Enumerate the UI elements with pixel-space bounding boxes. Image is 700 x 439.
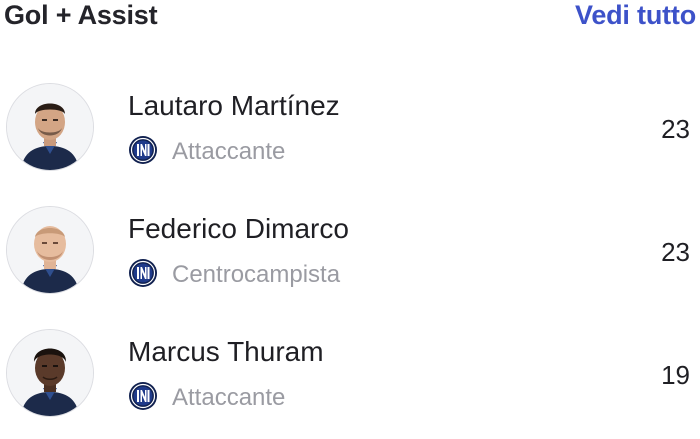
player-name: Marcus Thuram (128, 336, 324, 367)
player-avatar (6, 206, 94, 294)
inter-badge-icon (129, 259, 157, 287)
player-role: Attaccante (172, 384, 286, 411)
player-photo-icon (7, 84, 93, 170)
player-stat-value: 23 (661, 114, 690, 144)
player-name: Lautaro Martínez (128, 90, 340, 121)
inter-badge-icon (129, 136, 157, 164)
see-all-link[interactable]: Vedi tutto (575, 0, 696, 31)
player-role: Centrocampista (172, 261, 341, 288)
player-photo-icon (7, 330, 93, 416)
player-stat-value: 23 (661, 237, 690, 267)
list-item[interactable]: Lautaro Martínez Attaccante 23 (0, 70, 700, 193)
player-avatar (6, 329, 94, 417)
list-item[interactable]: Federico Dimarco Centrocampista 23 (0, 193, 700, 316)
player-stat-value: 19 (661, 360, 690, 390)
inter-badge-icon (129, 382, 157, 410)
player-photo-icon (7, 207, 93, 293)
player-avatar (6, 83, 94, 171)
player-name: Federico Dimarco (128, 213, 349, 244)
list-item[interactable]: Marcus Thuram Attaccante 19 (0, 316, 700, 439)
section-header: Gol + Assist Vedi tutto (0, 0, 700, 34)
player-list: Lautaro Martínez Attaccante 23 Federico … (0, 70, 700, 439)
player-role: Attaccante (172, 138, 286, 165)
section-title: Gol + Assist (4, 0, 158, 30)
